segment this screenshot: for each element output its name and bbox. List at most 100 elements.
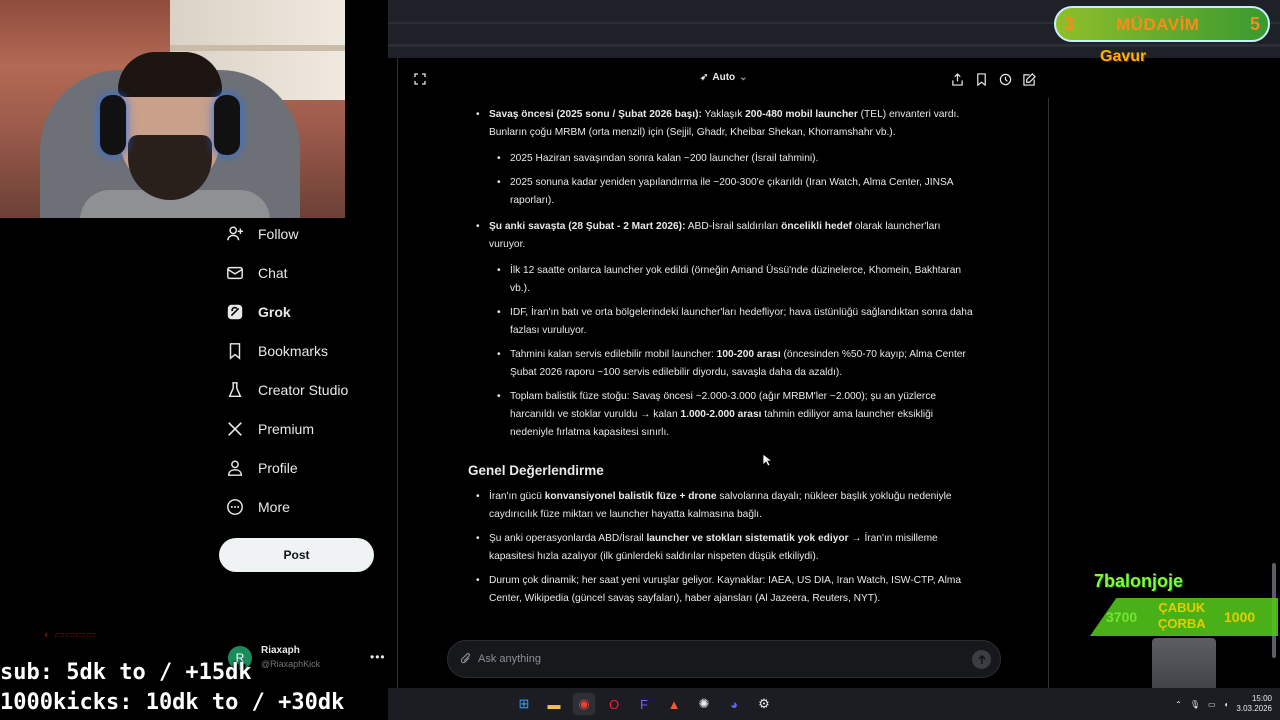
kicks-overlay-text: 1000kicks: 10dk to / +30dk [0, 690, 345, 715]
x-logo-icon [228, 421, 242, 436]
expand-icon[interactable] [414, 73, 426, 85]
sidebar-item-label: Grok [258, 303, 291, 320]
list-item: Tahmini kalan servis edilebilir mobil la… [468, 346, 978, 382]
chevron-down-icon: ⌄ [739, 72, 748, 83]
text: Tahmini kalan servis edilebilir mobil la… [510, 349, 717, 360]
ask-bar [447, 640, 1001, 678]
text: Yaklaşık [701, 109, 746, 120]
text: Şu anki operasyonlarda ABD/İsrail [489, 533, 647, 544]
ask-input[interactable] [478, 649, 958, 669]
sidebar-item-label: Profile [258, 459, 298, 476]
sidebar-item-label: More [258, 498, 290, 515]
goal-right-value: 1000 [1224, 609, 1256, 625]
bold-text: Şu anki savaşta (28 Şubat - 2 Mart 2026)… [489, 221, 686, 232]
sidebar-item-bookmarks[interactable]: Bookmarks [218, 331, 388, 370]
sidebar-item-more[interactable]: More [218, 487, 388, 526]
sidebar-item-premium[interactable]: Premium [218, 409, 388, 448]
tray-icon[interactable]: ▭ [1208, 700, 1216, 709]
bold-text: 1.000-2.000 arası [680, 409, 762, 420]
app-icon[interactable]: F [633, 693, 655, 715]
more-dots-icon[interactable]: ••• [370, 650, 386, 664]
bold-text: launcher ve stokları sistematik yok ediy… [646, 533, 849, 544]
sidebar-nav: Follow Chat Grok Bookmarks Creator Studi… [218, 214, 388, 526]
chat-rank-badge: 3 MÜDAVİM 5 [1054, 6, 1270, 42]
goal-bar: 3700 ÇABUK ÇORBA 1000 [1090, 598, 1278, 636]
goal-title-line2: ÇORBA [1158, 616, 1206, 631]
bold-text: konvansiyonel balistik füze + drone [544, 491, 717, 502]
opera-icon[interactable]: O [603, 693, 625, 715]
windows-start-icon[interactable]: ⊞ [513, 693, 535, 715]
model-selector[interactable]: ➶ Auto ⌄ [700, 72, 748, 83]
post-button[interactable]: Post [219, 538, 374, 572]
history-icon[interactable] [999, 73, 1012, 86]
badge-left-number: 3 [1064, 14, 1075, 34]
follow-icon [227, 226, 244, 240]
list-item: İlk 12 saatte onlarca launcher yok edild… [468, 262, 978, 298]
model-label: Auto [712, 72, 736, 83]
sidebar-item-label: Chat [258, 264, 288, 281]
sidebar-item-label: Creator Studio [258, 381, 349, 398]
grok-panel: ➶ Auto ⌄ Savaş öncesi (2025 sonu / Şubat… [397, 58, 1050, 688]
badge-subtitle: Gavur [1100, 48, 1147, 65]
sidebar-item-chat[interactable]: Chat [218, 253, 388, 292]
send-button[interactable] [972, 650, 991, 669]
list-item: İran'ın gücü konvansiyonel balistik füze… [468, 488, 978, 524]
chevron-up-icon[interactable]: ⌃ [1175, 700, 1182, 709]
settings-icon[interactable]: ⚙ [753, 693, 775, 715]
person-icon [227, 460, 243, 476]
section-heading: Genel Değerlendirme [468, 463, 604, 478]
clock[interactable]: 15:00 3.03.2026 [1236, 694, 1272, 714]
volume-icon[interactable]: ◖ [1224, 700, 1229, 709]
discord-icon[interactable]: ◕ [723, 693, 745, 715]
list-item: Durum çok dinamik; her saat yeni vuruşla… [468, 572, 978, 608]
clock-date: 3.03.2026 [1236, 704, 1272, 713]
bookmark-icon [229, 342, 241, 360]
sidebar-item-follow[interactable]: Follow [218, 214, 388, 253]
donor-name: 7balonjoje [1094, 571, 1184, 591]
sidebar-item-label: Bookmarks [258, 342, 329, 359]
webcam-feed [0, 0, 345, 218]
rocket-icon: ➶ [700, 72, 709, 83]
flask-icon [228, 381, 242, 397]
list-item: 2025 Haziran savaşından sonra kalan ~200… [468, 150, 978, 168]
clock-time: 15:00 [1251, 694, 1272, 703]
text: ABD-İsrail saldırıları [685, 221, 782, 232]
response-content: Savaş öncesi (2025 sonu / Şubat 2026 baş… [468, 102, 978, 608]
mic-icon[interactable]: 🎙 [1190, 700, 1200, 709]
grok-icon [227, 304, 243, 319]
account-switcher[interactable]: R Riaxaph @RiaxaphKick ••• [228, 644, 388, 674]
list-item: Şu anki savaşta (28 Şubat - 2 Mart 2026)… [468, 218, 978, 254]
goal-title: ÇABUK ÇORBA [1158, 600, 1206, 632]
sidebar-item-grok[interactable]: Grok [218, 292, 388, 331]
bold-text: öncelikli hedef [781, 221, 852, 232]
list-item: Toplam balistik füze stoğu: Savaş öncesi… [468, 388, 978, 442]
account-name: Riaxaph [261, 645, 300, 656]
file-explorer-icon[interactable]: ▬ [543, 693, 565, 715]
screen: Follow Chat Grok Bookmarks Creator Studi… [0, 0, 1280, 720]
account-handle: @RiaxaphKick [261, 659, 321, 669]
scrollbar[interactable] [1270, 58, 1278, 688]
chrome-icon[interactable]: ◉ [573, 693, 595, 715]
arrow-up-icon [977, 654, 986, 664]
sidebar-item-profile[interactable]: Profile [218, 448, 388, 487]
badge-right-number: 5 [1249, 14, 1260, 34]
bold-text: 200-480 mobil launcher [745, 109, 858, 120]
brave-icon[interactable]: ▲ [663, 693, 685, 715]
mouse-cursor-icon [762, 453, 772, 467]
bold-text: 100-200 arası [716, 349, 781, 360]
mail-icon [227, 266, 243, 279]
list-item: 2025 sonuna kadar yeniden yapılandırma i… [468, 174, 978, 210]
chatgpt-icon[interactable]: ✺ [693, 693, 715, 715]
sidebar-item-creator-studio[interactable]: Creator Studio [218, 370, 388, 409]
sidebar-item-label: Follow [258, 225, 299, 242]
sub-overlay-text: sub: 5dk to / +15dk [0, 660, 252, 685]
list-item: Şu anki operasyonlarda ABD/İsrail launch… [468, 530, 978, 566]
attach-icon[interactable] [460, 653, 472, 666]
goal-title-line1: ÇABUK [1158, 600, 1206, 615]
sidebar-item-label: Premium [258, 420, 315, 437]
list-item: IDF, İran'ın batı ve orta bölgelerindeki… [468, 304, 978, 340]
share-icon[interactable] [951, 73, 964, 86]
new-chat-icon[interactable] [1023, 73, 1036, 86]
bookmark-icon[interactable] [975, 73, 988, 86]
badge-title: MÜDAVİM [1116, 15, 1200, 34]
